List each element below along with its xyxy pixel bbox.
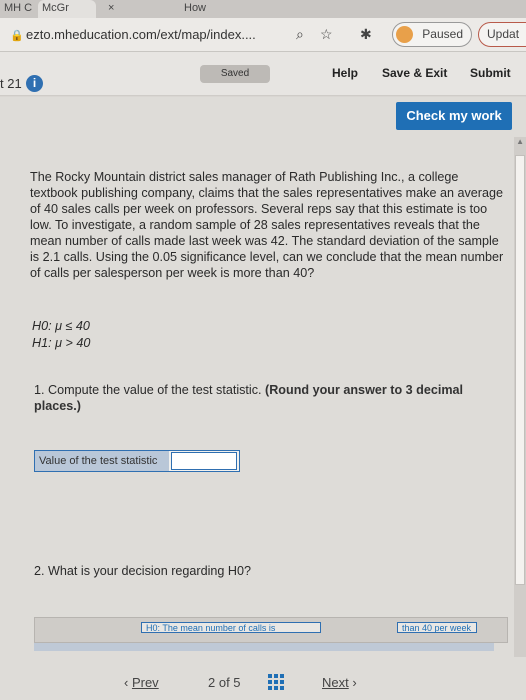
pagination: ‹ Prev 2 of 5 Next › <box>0 669 526 699</box>
part1-prompt: 1. Compute the value of the test statist… <box>34 382 474 414</box>
star-icon[interactable]: ☆ <box>320 26 333 43</box>
tab-label: McGr <box>42 2 69 14</box>
search-icon[interactable]: ⌕ <box>296 26 304 43</box>
horizontal-scrollbar[interactable] <box>34 643 494 651</box>
part1-text: 1. Compute the value of the test statist… <box>34 383 262 397</box>
browser-tab-bar: MH C McGr × How <box>0 0 526 18</box>
part2-prompt: 2. What is your decision regarding H0? <box>34 564 252 578</box>
help-button[interactable]: Help <box>332 66 358 80</box>
decision-answer-row: H0: The mean number of calls is than 40 … <box>34 617 508 643</box>
scrollbar-thumb[interactable] <box>515 155 525 585</box>
check-my-work-button[interactable]: Check my work <box>396 102 512 130</box>
save-exit-button[interactable]: Save & Exit <box>382 66 447 80</box>
extension-icon[interactable]: ✱ <box>360 26 372 43</box>
browser-tab[interactable]: MH C <box>0 0 38 18</box>
address-bar: 🔒 ezto.mheducation.com/ext/map/index....… <box>0 18 526 52</box>
update-button[interactable]: Updat <box>478 22 526 47</box>
page-indicator: 2 of 5 <box>208 675 241 690</box>
question-text: The Rocky Mountain district sales manage… <box>30 170 504 280</box>
app-header: t 21 i Saved Help Save & Exit Submit <box>0 52 526 96</box>
question-number: t 21 <box>0 76 22 91</box>
saved-status-badge: Saved <box>200 65 270 83</box>
tab-label: MH C <box>4 2 33 14</box>
tab-label: How <box>184 2 207 14</box>
update-label: Updat <box>487 27 520 41</box>
info-icon[interactable]: i <box>26 75 43 92</box>
submit-button[interactable]: Submit <box>470 66 511 80</box>
test-statistic-input[interactable] <box>171 452 237 470</box>
decision-dropdown[interactable]: H0: The mean number of calls is <box>141 622 321 633</box>
value-label: Value of the test statistic <box>35 451 169 471</box>
avatar <box>396 26 413 43</box>
prev-button[interactable]: ‹ Prev <box>124 675 159 690</box>
alternative-hypothesis: H1: μ > 40 <box>32 336 91 350</box>
profile-paused-button[interactable]: Paused <box>392 22 472 47</box>
grid-icon[interactable] <box>268 674 284 690</box>
tab-label: × <box>108 2 115 14</box>
lock-icon: 🔒 <box>10 30 24 42</box>
next-button[interactable]: Next › <box>322 675 357 690</box>
conclusion-dropdown[interactable]: than 40 per week <box>397 622 477 633</box>
prev-label: Prev <box>131 675 159 690</box>
browser-tab-active[interactable]: McGr <box>38 0 96 18</box>
paused-label: Paused <box>422 27 463 41</box>
url-field[interactable]: ezto.mheducation.com/ext/map/index.... <box>26 27 256 42</box>
answer-table: Value of the test statistic <box>34 450 240 472</box>
question-panel: Check my work ▲ The Rocky Mountain distr… <box>0 97 526 700</box>
scroll-up-icon[interactable]: ▲ <box>516 137 524 146</box>
next-label: Next <box>322 675 349 690</box>
browser-tab[interactable]: × <box>104 0 164 18</box>
null-hypothesis: H0: μ ≤ 40 <box>32 319 90 333</box>
browser-tab[interactable]: How <box>180 0 290 18</box>
